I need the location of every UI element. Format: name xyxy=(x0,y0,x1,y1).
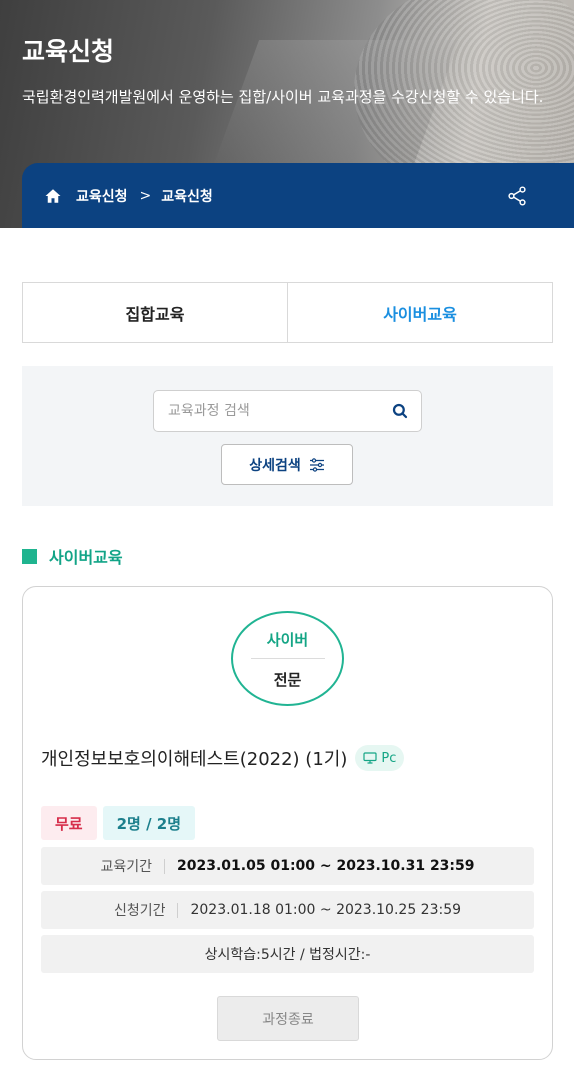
breadcrumb: 교육신청 > 교육신청 xyxy=(22,163,574,228)
page-title: 교육신청 xyxy=(22,37,115,66)
search-panel: 상세검색 xyxy=(22,366,553,506)
breadcrumb-separator: > xyxy=(139,187,152,204)
advanced-search-button[interactable]: 상세검색 xyxy=(221,444,353,485)
badge-level: 전문 xyxy=(273,670,302,689)
education-period-label: 교육기간 xyxy=(100,859,153,875)
page-header-banner: 교육신청 국립환경인력개발원에서 운영하는 집합/사이버 교육과정을 수강신청할… xyxy=(0,0,574,228)
search-field xyxy=(153,390,422,432)
application-period-row: 신청기간 2023.01.18 01:00 ~ 2023.10.25 23:59 xyxy=(41,891,534,929)
search-input[interactable] xyxy=(154,391,421,431)
section-title: 사이버교육 xyxy=(49,548,123,567)
study-hours-value: 상시학습:5시간 / 법정시간:- xyxy=(204,947,371,963)
breadcrumb-item-2[interactable]: 교육신청 xyxy=(161,186,213,206)
monitor-icon xyxy=(363,752,377,764)
advanced-search-label: 상세검색 xyxy=(249,457,301,474)
study-hours-row: 상시학습:5시간 / 법정시간:- xyxy=(41,935,534,973)
share-icon[interactable] xyxy=(506,185,528,207)
course-title-row: 개인정보보호의이해테스트(2022) (1기) Pc xyxy=(41,745,405,771)
page-description: 국립환경인력개발원에서 운영하는 집합/사이버 교육과정을 수강신청할 수 있습… xyxy=(22,88,544,106)
course-type-badge: 사이버 전문 xyxy=(231,611,344,706)
platform-tag: Pc xyxy=(355,745,405,771)
fee-badge: 무료 xyxy=(41,806,97,840)
filter-icon xyxy=(309,457,325,472)
education-type-tabs: 집합교육 사이버교육 xyxy=(22,282,553,343)
course-tags: 무료 2명 / 2명 xyxy=(41,806,196,840)
course-card[interactable]: 사이버 전문 개인정보보호의이해테스트(2022) (1기) Pc 무료 2명 … xyxy=(22,586,553,1060)
application-period-label: 신청기간 xyxy=(113,903,166,919)
tab-cyber-education[interactable]: 사이버교육 xyxy=(287,283,552,342)
seats-badge: 2명 / 2명 xyxy=(102,806,196,840)
search-icon[interactable] xyxy=(391,402,409,420)
section-marker xyxy=(22,548,37,564)
home-icon[interactable] xyxy=(44,187,62,205)
badge-category: 사이버 xyxy=(250,628,325,659)
section-heading: 사이버교육 xyxy=(22,544,123,568)
breadcrumb-item-1[interactable]: 교육신청 xyxy=(76,186,128,206)
application-period-value: 2023.01.18 01:00 ~ 2023.10.25 23:59 xyxy=(190,902,462,918)
education-period-value: 2023.01.05 01:00 ~ 2023.10.31 23:59 xyxy=(177,858,475,874)
course-title[interactable]: 개인정보보호의이해테스트(2022) (1기) xyxy=(41,745,347,771)
course-ended-button[interactable]: 과정종료 xyxy=(217,996,359,1041)
education-period-row: 교육기간 2023.01.05 01:00 ~ 2023.10.31 23:59 xyxy=(41,847,534,885)
tab-offline-education[interactable]: 집합교육 xyxy=(23,283,287,342)
platform-label: Pc xyxy=(381,750,397,766)
